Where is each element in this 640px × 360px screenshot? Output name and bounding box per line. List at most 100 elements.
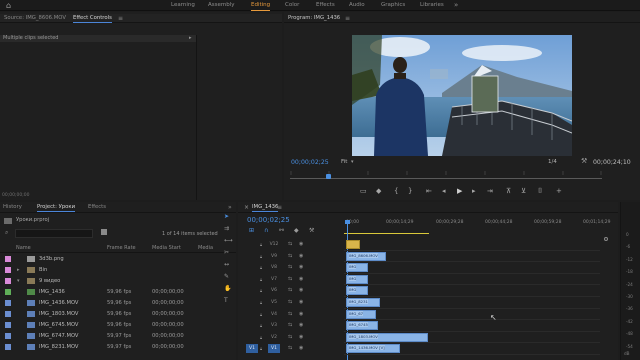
panel-menu-icon[interactable]: ≡ [118, 14, 123, 23]
export-frame-icon[interactable]: ⌷ [538, 187, 542, 195]
track-name[interactable]: V7 [268, 275, 280, 284]
track-name[interactable]: V8 [268, 263, 280, 272]
nest-toggle-icon[interactable]: ⊞ [249, 227, 254, 234]
resolution-select[interactable]: 1/4 [548, 159, 557, 165]
tab-effect-controls[interactable]: Effect Controls [73, 14, 112, 23]
timeline-ruler[interactable]: 00;00 00;00;14;29 00;00;29;28 00;00;44;2… [344, 220, 610, 234]
color-label[interactable] [5, 256, 11, 262]
tab-source[interactable]: Source: IMG_8606.MOV [4, 14, 66, 23]
toggle-output-icon[interactable]: ◉ [299, 320, 303, 331]
source-patch-toggle[interactable]: V1 [246, 344, 258, 354]
list-item[interactable]: ▸ Bin [0, 265, 214, 276]
sync-lock-icon[interactable]: ⇆ [288, 309, 292, 320]
lock-track-icon[interactable]: 🔒︎ [260, 309, 262, 320]
color-label[interactable] [5, 267, 11, 273]
tab-effects[interactable]: Effects [316, 0, 335, 11]
sync-lock-icon[interactable]: ⇆ [288, 274, 292, 285]
tab-effects-panel[interactable]: Effects [88, 203, 106, 212]
search-input[interactable] [15, 229, 93, 238]
add-button-icon[interactable]: + [556, 187, 562, 195]
timeline-settings-icon[interactable]: ⚒ [309, 227, 314, 234]
new-bin-icon[interactable] [101, 229, 107, 235]
list-item[interactable]: IMG_8231.MOV 59,97 fps 00;00;00;00 [0, 342, 214, 353]
expand-arrow-icon[interactable]: ▸ [189, 35, 192, 42]
track-name[interactable]: V9 [268, 252, 280, 261]
razor-icon[interactable]: ✂ [224, 249, 229, 256]
list-item[interactable]: 3d3b.png [0, 254, 214, 265]
extract-icon[interactable]: ⊻ [521, 187, 526, 195]
tab-color[interactable]: Color [285, 0, 299, 11]
column-media-start[interactable]: Media Start [152, 245, 181, 251]
timeline-clip[interactable]: IMG_6745 [346, 321, 378, 331]
more-workspaces-icon[interactable]: » [454, 0, 458, 11]
timeline-clip[interactable]: IMG_1803.MOV [346, 332, 428, 342]
sync-lock-icon[interactable]: ⇆ [288, 343, 292, 354]
toggle-output-icon[interactable]: ◉ [299, 309, 303, 320]
color-label[interactable] [5, 289, 11, 295]
chevron-down-icon[interactable]: ▾ [351, 159, 354, 165]
track-name[interactable]: V4 [268, 310, 280, 319]
color-label[interactable] [5, 278, 11, 284]
toggle-output-icon[interactable]: ◉ [299, 274, 303, 285]
sync-lock-icon[interactable]: ⇆ [288, 262, 292, 273]
toggle-output-icon[interactable]: ◉ [299, 332, 303, 343]
color-label[interactable] [5, 300, 11, 306]
more-panels-icon[interactable]: » [228, 203, 232, 212]
sync-lock-icon[interactable]: ⇆ [288, 332, 292, 343]
toggle-output-icon[interactable]: ◉ [299, 251, 303, 262]
mark-in-bracket-icon[interactable]: { [394, 187, 398, 195]
snap-icon[interactable]: ∩ [264, 227, 268, 234]
go-to-out-icon[interactable]: ⇥ [487, 187, 493, 195]
tab-audio[interactable]: Audio [349, 0, 365, 11]
slip-icon[interactable]: ↔ [224, 261, 229, 268]
pen-icon[interactable]: ✎ [224, 273, 229, 280]
work-area-bar[interactable] [344, 233, 429, 234]
timeline-clip[interactable] [346, 240, 360, 249]
program-scrub-bar[interactable] [290, 178, 602, 179]
color-label[interactable] [5, 322, 11, 328]
list-item[interactable]: IMG_1436 59,96 fps 00;00;00;00 [0, 287, 214, 298]
sync-lock-icon[interactable]: ⇆ [288, 251, 292, 262]
lock-track-icon[interactable]: 🔒︎ [260, 239, 262, 250]
sync-lock-icon[interactable]: ⇆ [288, 239, 292, 250]
home-icon[interactable]: ⌂ [6, 1, 16, 10]
panel-menu-icon[interactable]: ≡ [277, 203, 282, 212]
column-frame-rate[interactable]: Frame Rate [107, 245, 136, 251]
hand-icon[interactable]: ✋ [224, 285, 231, 292]
timeline-clip[interactable]: IMG [346, 274, 368, 284]
lock-track-icon[interactable]: 🔒︎ [260, 285, 262, 296]
tab-graphics[interactable]: Graphics [381, 0, 405, 11]
list-item[interactable]: IMG_1803.MOV 59,96 fps 00;00;00;00 [0, 309, 214, 320]
tab-learning[interactable]: Learning [171, 0, 195, 11]
scroll-handle[interactable] [604, 237, 608, 241]
list-item[interactable]: IMG_6745.MOV 59,96 fps 00;00;00;00 [0, 320, 214, 331]
lock-track-icon[interactable]: 🔒︎ [260, 262, 262, 273]
lock-track-icon[interactable]: 🔒︎ [260, 320, 262, 331]
program-current-timecode[interactable]: 00;00;02;25 [291, 159, 329, 166]
mark-out-bracket-icon[interactable]: } [408, 187, 412, 195]
track-name[interactable]: V6 [268, 286, 280, 295]
go-to-in-icon[interactable]: ⇤ [426, 187, 432, 195]
linked-selection-icon[interactable]: ⚯ [279, 227, 284, 234]
lock-track-icon[interactable]: 🔒︎ [260, 251, 262, 262]
disclosure-triangle-icon[interactable]: ▾ [17, 276, 20, 287]
type-icon[interactable]: T [224, 297, 228, 304]
tab-libraries[interactable]: Libraries [420, 0, 444, 11]
track-name[interactable]: V2 [268, 333, 280, 342]
sync-lock-icon[interactable]: ⇆ [288, 320, 292, 331]
toggle-output-icon[interactable]: ◉ [299, 239, 303, 250]
playhead-marker[interactable] [345, 220, 350, 224]
timeline-clip[interactable]: IMG [346, 286, 368, 296]
disclosure-triangle-icon[interactable]: ▸ [17, 265, 20, 276]
tab-project[interactable]: Project: Уроки [37, 203, 76, 212]
timeline-clip[interactable]: IMG [346, 263, 368, 273]
timeline-timecode[interactable]: 00;00;02;25 [247, 216, 290, 224]
track-name[interactable]: V5 [268, 298, 280, 307]
lock-track-icon[interactable]: 🔒︎ [260, 274, 262, 285]
close-icon[interactable]: × [244, 204, 249, 211]
ripple-edit-icon[interactable]: ⟷ [224, 237, 233, 244]
column-name[interactable]: Name [16, 245, 31, 251]
timeline-clip[interactable]: IMG_8606.MOV [346, 251, 386, 261]
add-marker-timeline-icon[interactable]: ◆ [294, 227, 299, 234]
toggle-output-icon[interactable]: ◉ [299, 262, 303, 273]
